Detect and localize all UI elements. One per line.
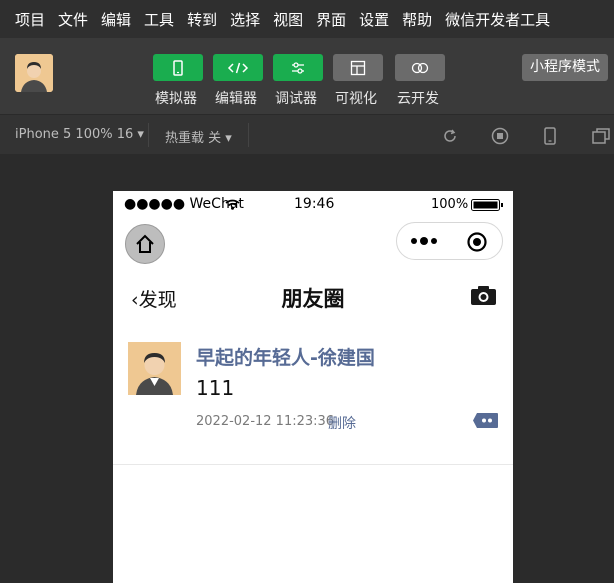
visual-button[interactable] xyxy=(333,54,383,81)
mode-switch-button[interactable]: 小程序模式 xyxy=(522,54,608,81)
device-selector[interactable]: iPhone 5 100% 16 ▾ xyxy=(15,127,144,142)
post-content: 111 xyxy=(196,376,235,400)
window-icon[interactable] xyxy=(592,127,610,145)
editor-button[interactable] xyxy=(213,54,263,81)
post-avatar[interactable] xyxy=(128,342,181,395)
avatar-portrait-icon xyxy=(128,342,181,395)
editor-label: 编辑器 xyxy=(215,91,257,107)
wifi-icon xyxy=(225,199,240,210)
clock-text: 19:46 xyxy=(294,196,335,212)
menu-item-wechat-devtools[interactable]: 微信开发者工具 xyxy=(445,9,550,30)
menu-item-interface[interactable]: 界面 xyxy=(316,9,346,30)
menu-item-project[interactable]: 项目 xyxy=(15,9,45,30)
cloud-icon xyxy=(411,62,429,73)
device-icon[interactable] xyxy=(541,127,559,145)
close-capsule-icon[interactable] xyxy=(466,231,488,253)
post-author-name[interactable]: 早起的年轻人-徐建国 xyxy=(196,343,375,370)
phone-simulator: ●●●●● WeChat 19:46 100% ‹发现 朋友圈 早起的年轻人-徐… xyxy=(113,191,513,583)
menu-item-file[interactable]: 文件 xyxy=(58,9,88,30)
refresh-icon[interactable] xyxy=(441,127,459,145)
main-toolbar: 模拟器 编辑器 调试器 可视化 云开发 小程序模式 xyxy=(0,38,614,114)
hot-reload-selector[interactable]: 热重载 关 ▾ xyxy=(165,127,232,146)
page-title: 朋友圈 xyxy=(281,287,345,311)
divider xyxy=(248,123,249,147)
simulator-button[interactable] xyxy=(153,54,203,81)
debugger-button[interactable] xyxy=(273,54,323,81)
post-timestamp: 2022-02-12 11:23:36 xyxy=(196,414,335,429)
menu-item-tools[interactable]: 工具 xyxy=(144,9,174,30)
avatar-portrait-icon xyxy=(15,54,53,92)
cloud-label: 云开发 xyxy=(397,91,439,107)
phone-icon xyxy=(173,59,183,76)
more-icon[interactable] xyxy=(409,234,439,248)
simulator-label: 模拟器 xyxy=(155,91,197,107)
divider xyxy=(148,123,149,147)
user-avatar[interactable] xyxy=(15,54,53,92)
menu-item-goto[interactable]: 转到 xyxy=(187,9,217,30)
menu-item-select[interactable]: 选择 xyxy=(230,9,260,30)
menu-item-view[interactable]: 视图 xyxy=(273,9,303,30)
delete-link[interactable]: 删除 xyxy=(328,413,356,433)
visual-label: 可视化 xyxy=(335,91,377,107)
menu-item-help[interactable]: 帮助 xyxy=(402,9,432,30)
layout-icon xyxy=(350,60,366,75)
home-icon xyxy=(136,234,154,253)
debugger-label: 调试器 xyxy=(275,91,317,107)
menu-item-settings[interactable]: 设置 xyxy=(359,9,389,30)
miniprogram-capsule xyxy=(396,222,503,260)
menu-item-edit[interactable]: 编辑 xyxy=(101,9,131,30)
code-icon xyxy=(227,62,249,73)
menu-bar: 项目 文件 编辑 工具 转到 选择 视图 界面 设置 帮助 微信开发者工具 xyxy=(0,0,614,38)
stop-icon[interactable] xyxy=(491,127,509,145)
comment-icon[interactable] xyxy=(472,412,499,429)
battery-percent: 100% xyxy=(431,197,469,212)
camera-icon[interactable] xyxy=(470,284,497,306)
debug-icon xyxy=(292,61,304,74)
status-bar: ●●●●● WeChat 19:46 100% xyxy=(113,191,513,219)
sub-toolbar: iPhone 5 100% 16 ▾ 热重载 关 ▾ xyxy=(0,114,614,154)
battery-icon xyxy=(471,199,503,211)
home-button[interactable] xyxy=(125,224,165,264)
moment-post: 早起的年轻人-徐建国 111 2022-02-12 11:23:36 删除 xyxy=(113,336,513,465)
cloud-button[interactable] xyxy=(395,54,445,81)
nav-bar: ‹发现 朋友圈 xyxy=(113,275,513,319)
